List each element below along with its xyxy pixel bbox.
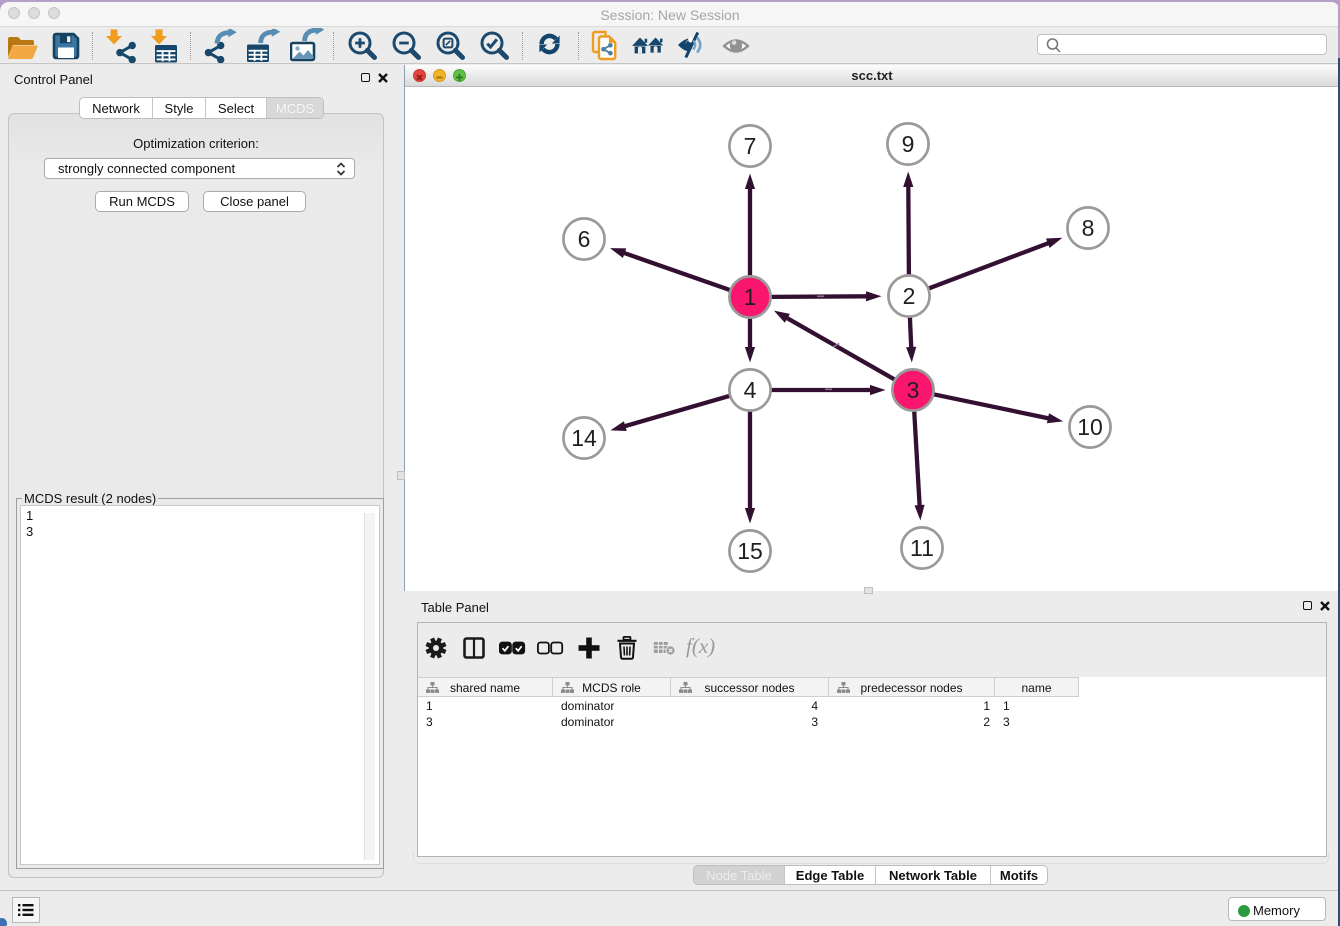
svg-text:f(x): f(x) xyxy=(686,636,715,658)
svg-text:3: 3 xyxy=(907,377,920,403)
svg-text:1: 1 xyxy=(744,284,757,310)
svg-text:15: 15 xyxy=(737,538,763,564)
svg-text:8: 8 xyxy=(1082,215,1095,241)
svg-text:6: 6 xyxy=(578,226,591,252)
svg-text:11: 11 xyxy=(910,535,934,561)
svg-text:14: 14 xyxy=(571,425,597,451)
svg-text:4: 4 xyxy=(744,377,757,403)
svg-text:2: 2 xyxy=(903,283,916,309)
svg-text:10: 10 xyxy=(1077,414,1103,440)
svg-text:7: 7 xyxy=(744,133,757,159)
svg-text:9: 9 xyxy=(902,131,915,157)
